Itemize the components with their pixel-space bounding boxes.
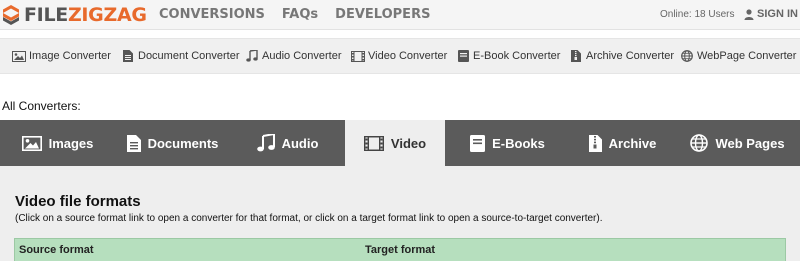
top-header: FILEZIGZAG CONVERSIONS FAQs DEVELOPERS O…: [0, 0, 800, 30]
tab-label: E-Books: [492, 135, 545, 151]
quick-link-document-converter[interactable]: Document Converter: [121, 49, 240, 63]
tab-label: Video: [390, 135, 427, 151]
image-icon: [12, 49, 26, 63]
tab-images[interactable]: Images: [0, 120, 115, 166]
quick-link-label: Image Converter: [29, 50, 111, 62]
video-formats-panel: Video file formats (Click on a source fo…: [0, 166, 800, 261]
tab-label: Archive: [608, 135, 657, 151]
music-icon: [256, 134, 275, 152]
panel-title: Video file formats: [15, 193, 141, 210]
book-icon: [470, 134, 486, 152]
quick-link-ebook-converter[interactable]: E-Book Converter: [456, 49, 560, 63]
quick-link-audio-converter[interactable]: Audio Converter: [245, 49, 342, 63]
globe-icon: [690, 134, 709, 152]
main-nav: CONVERSIONS FAQs DEVELOPERS: [159, 7, 447, 22]
sign-in-link[interactable]: SIGN IN: [744, 8, 798, 20]
globe-icon: [680, 49, 694, 63]
quick-link-label: Document Converter: [138, 50, 240, 62]
formats-table-header: Source format Target format: [14, 238, 786, 261]
quick-link-label: Video Converter: [368, 50, 448, 62]
tab-label: Documents: [147, 135, 219, 151]
archive-icon: [588, 134, 602, 152]
quick-link-label: Audio Converter: [262, 50, 342, 62]
tab-ebooks[interactable]: E-Books: [445, 120, 570, 166]
film-icon: [363, 135, 384, 151]
logo-text-file: FILE: [24, 4, 68, 26]
quick-link-label: WebPage Converter: [697, 50, 797, 62]
logo-icon: [3, 5, 19, 25]
all-converters-heading: All Converters:: [2, 99, 81, 113]
tab-web-pages[interactable]: Web Pages: [675, 120, 800, 166]
logo-text-zigzag: ZIGZAG: [67, 4, 147, 26]
sign-in-label: SIGN IN: [757, 8, 798, 20]
quick-link-label: E-Book Converter: [473, 50, 561, 62]
quick-link-image-converter[interactable]: Image Converter: [12, 49, 111, 63]
quick-link-label: Archive Converter: [586, 50, 675, 62]
nav-developers[interactable]: DEVELOPERS: [335, 7, 430, 22]
user-icon: [744, 8, 754, 20]
logo[interactable]: FILEZIGZAG: [2, 3, 147, 27]
music-icon: [245, 49, 259, 63]
quick-converter-bar: Image Converter Document Converter Audio…: [0, 38, 800, 74]
image-icon: [21, 135, 42, 151]
tab-label: Audio: [281, 135, 319, 151]
tab-label: Images: [48, 135, 94, 151]
archive-icon: [569, 49, 583, 63]
tab-audio[interactable]: Audio: [230, 120, 345, 166]
nav-conversions[interactable]: CONVERSIONS: [159, 7, 265, 22]
online-users-count: Online: 18 Users: [660, 9, 735, 20]
quick-link-video-converter[interactable]: Video Converter: [351, 49, 447, 63]
tab-label: Web Pages: [715, 135, 785, 151]
nav-faqs[interactable]: FAQs: [282, 7, 318, 22]
tab-archive[interactable]: Archive: [570, 120, 675, 166]
panel-description: (Click on a source format link to open a…: [15, 213, 603, 224]
document-icon: [126, 134, 141, 152]
document-icon: [121, 49, 135, 63]
target-format-header: Target format: [365, 244, 436, 256]
source-format-header: Source format: [19, 244, 94, 256]
film-icon: [351, 49, 365, 63]
quick-link-webpage-converter[interactable]: WebPage Converter: [680, 49, 796, 63]
book-icon: [456, 49, 470, 63]
quick-link-archive-converter[interactable]: Archive Converter: [569, 49, 674, 63]
tab-documents[interactable]: Documents: [115, 120, 230, 166]
tab-video[interactable]: Video: [345, 120, 445, 166]
converter-tabs: Images Documents Audio Video E-Books Arc…: [0, 120, 800, 166]
